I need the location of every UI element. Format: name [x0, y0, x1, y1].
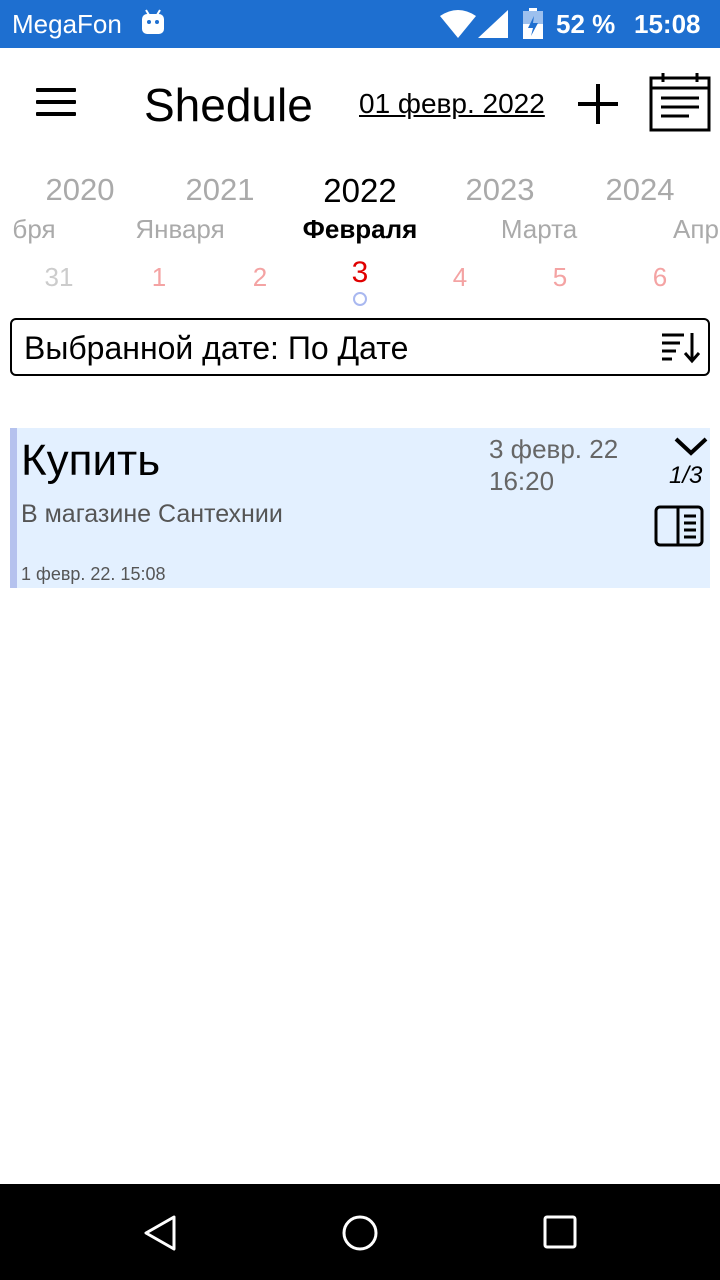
recents-icon[interactable]	[543, 1215, 577, 1249]
task-due-date: 3 февр. 22	[489, 434, 619, 464]
day-option[interactable]: 5	[553, 262, 567, 293]
back-icon[interactable]	[142, 1214, 178, 1252]
calendar-icon[interactable]	[649, 72, 711, 132]
app-title: Shedule	[144, 79, 313, 131]
year-option[interactable]: 2020	[46, 172, 115, 208]
chevron-down-icon[interactable]	[673, 436, 709, 458]
android-notification-icon	[142, 9, 164, 34]
current-date-link[interactable]: 01 февр. 2022	[359, 88, 545, 120]
day-option[interactable]: 4	[453, 262, 467, 293]
status-bar: MegaFon 52 % 15:08	[0, 0, 720, 48]
task-description: В магазине Сантехнии	[21, 500, 283, 528]
year-option[interactable]: 2024	[606, 172, 675, 208]
day-option[interactable]: 31	[45, 262, 74, 293]
sort-label: Выбранной дате: По Дате	[24, 330, 409, 366]
app-bar: Shedule 01 февр. 2022	[0, 48, 720, 160]
carrier-name: MegaFon	[12, 9, 122, 39]
battery-percentage: 52 %	[556, 9, 616, 39]
add-icon[interactable]	[576, 82, 620, 126]
year-picker: 2020 2021 2022 2023 2024	[0, 172, 720, 212]
system-nav-bar	[0, 1184, 720, 1280]
event-indicator-dot	[353, 292, 367, 306]
day-option[interactable]: 2	[253, 262, 267, 293]
wifi-icon	[440, 10, 476, 38]
year-option-selected[interactable]: 2022	[323, 172, 396, 210]
home-icon[interactable]	[340, 1213, 380, 1253]
month-option[interactable]: Апр	[673, 214, 719, 245]
day-option[interactable]: 6	[653, 262, 667, 293]
menu-icon[interactable]	[36, 88, 76, 118]
year-option[interactable]: 2021	[186, 172, 255, 208]
signal-icon	[478, 10, 508, 38]
month-option[interactable]: Января	[135, 214, 224, 245]
task-due-time: 16:20	[489, 466, 555, 496]
details-panel-icon[interactable]	[654, 505, 704, 547]
battery-charging-icon	[523, 8, 543, 39]
month-option[interactable]: бря	[12, 214, 55, 245]
task-title: Купить	[21, 436, 161, 485]
status-clock: 15:08	[634, 9, 701, 39]
sort-icon	[662, 333, 700, 364]
task-counter: 1/3	[669, 462, 703, 489]
year-option[interactable]: 2023	[466, 172, 535, 208]
month-picker: бря Января Февраля Марта Апр	[0, 214, 720, 254]
day-option-selected[interactable]: 3	[352, 256, 369, 290]
sort-selector[interactable]: Выбранной дате: По Дате	[10, 318, 710, 376]
day-option[interactable]: 1	[152, 262, 166, 293]
task-card[interactable]: Купить В магазине Сантехнии 1 февр. 22. …	[10, 428, 710, 588]
task-created-timestamp: 1 февр. 22. 15:08	[21, 564, 166, 584]
month-option-selected[interactable]: Февраля	[303, 214, 418, 245]
month-option[interactable]: Марта	[501, 214, 577, 245]
